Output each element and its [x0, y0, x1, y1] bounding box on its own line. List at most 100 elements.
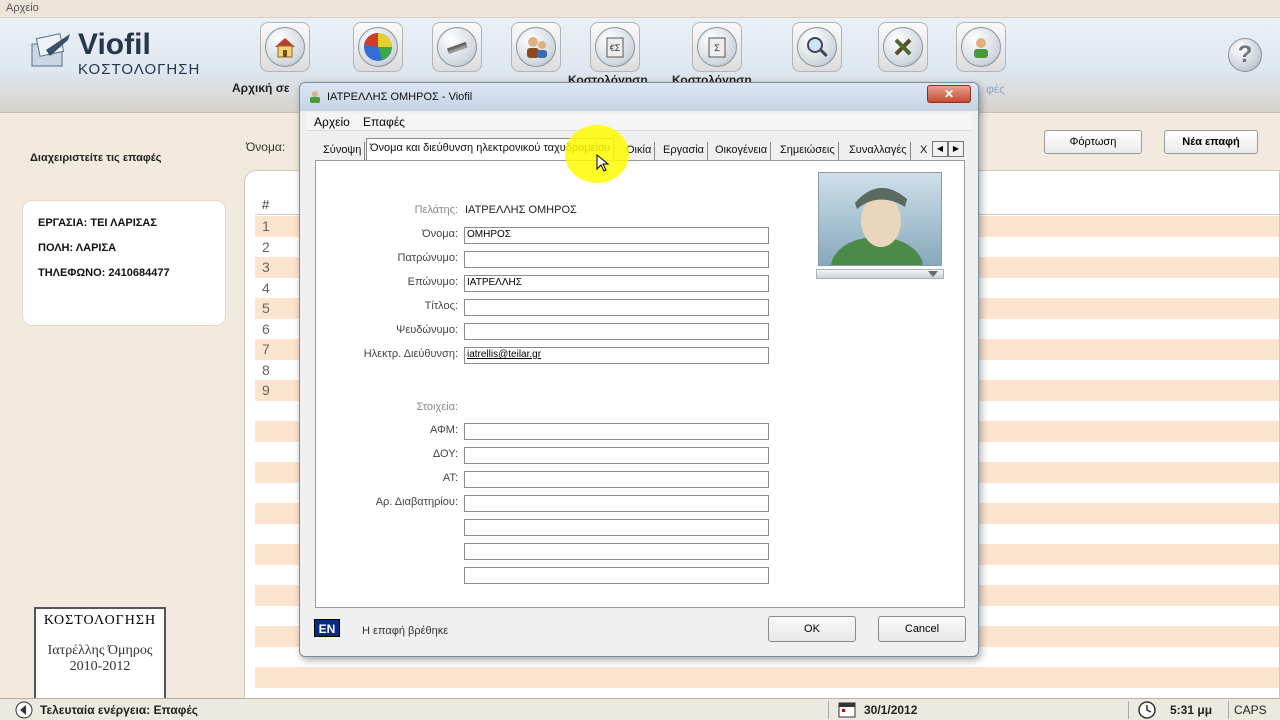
chart-icon [358, 27, 398, 67]
toolbar-home-button[interactable] [260, 22, 310, 72]
list-row[interactable] [255, 667, 1279, 688]
toolbar-tools-button[interactable] [432, 22, 482, 72]
calc2-icon: Σ [697, 27, 737, 67]
toolbar-chart-button[interactable] [353, 22, 403, 72]
mouse-cursor-icon [596, 154, 610, 172]
toolbar-costing-button[interactable]: €Σ [590, 22, 640, 72]
tab-notes[interactable]: Σημειώσεις [777, 142, 839, 160]
toolbar-search-button[interactable] [792, 22, 842, 72]
info-work: ΕΡΓΑΣΙΑ: ΤΕΙ ΛΑΡΙΣΑΣ [38, 217, 157, 229]
at-label: ΑΤ: [442, 472, 458, 484]
dialog-title: ΙΑΤΡΕΛΛΗΣ ΟΜΗΡΟΣ - Viofil [327, 91, 473, 103]
patronymic-field[interactable] [464, 251, 769, 268]
surname-label: Επώνυμο: [407, 276, 458, 288]
help-icon[interactable]: ? [1228, 38, 1262, 72]
ok-button[interactable]: OK [768, 616, 856, 642]
extra-field-3[interactable] [464, 567, 769, 584]
language-indicator: EN [314, 619, 340, 637]
status-last-action: Τελευταία ενέργεια: Επαφές [40, 703, 199, 717]
row-index: 1 [262, 218, 270, 234]
doy-field[interactable] [464, 447, 769, 464]
name-field[interactable]: ΟΜΗΡΟΣ [464, 227, 769, 244]
status-date: 30/1/2012 [864, 703, 918, 717]
row-index: 7 [262, 341, 270, 357]
status-separator [1128, 701, 1129, 719]
afm-field[interactable] [464, 423, 769, 440]
status-separator [828, 701, 829, 719]
row-index: 3 [262, 259, 270, 275]
back-icon[interactable] [14, 701, 34, 719]
chevron-down-icon [928, 271, 938, 277]
load-button[interactable]: Φόρτωση [1044, 130, 1142, 154]
name-email-panel: Πελάτης: ΙΑΤΡΕΛΛΗΣ ΟΜΗΡΟΣ Όνομα: ΟΜΗΡΟΣ … [315, 160, 965, 608]
home-icon [265, 27, 305, 67]
email-label: Ηλεκτρ. Διεύθυνση: [363, 348, 458, 360]
cancel-button[interactable]: Cancel [878, 616, 966, 642]
tab-summary[interactable]: Σύνοψη [320, 142, 366, 160]
info-city: ΠΟΛΗ: ΛΑΡΙΣΑ [38, 242, 117, 254]
toolbar-user-button[interactable] [956, 22, 1006, 72]
search-name-label: Όνομα: [246, 140, 286, 154]
afm-label: ΑΦΜ: [429, 424, 458, 436]
avatar-icon [831, 187, 923, 265]
tab-family[interactable]: Οικογένεια [712, 142, 772, 160]
logo-icon [31, 33, 70, 67]
calendar-icon [838, 702, 856, 718]
row-index: 9 [262, 382, 270, 398]
contacts-icon [516, 27, 556, 67]
nickname-field[interactable] [464, 323, 769, 340]
dialog-tabs: Σύνοψη Όνομα και διεύθυνση ηλεκτρονικού … [316, 138, 964, 160]
dialog-menubar: Αρχείο Επαφές [306, 113, 972, 131]
dialog-menu-file[interactable]: Αρχείο [314, 115, 350, 129]
row-index: 2 [262, 238, 270, 255]
tab-more[interactable]: Χ [917, 142, 930, 160]
dialog-status-text: Η επαφή βρέθηκε [362, 625, 449, 637]
tools-icon [437, 27, 477, 67]
at-field[interactable] [464, 471, 769, 488]
email-field[interactable]: iatrellis@teilar.gr [464, 347, 769, 364]
toolbar-costing2-button[interactable]: Σ [692, 22, 742, 72]
contact-icon [310, 91, 320, 103]
tab-scroll-right-button[interactable]: ▶ [948, 141, 964, 157]
search-icon [797, 27, 837, 67]
info-phone: ΤΗΛΕΦΩΝΟ: 2410684477 [38, 267, 170, 279]
tab-scroll-left-button[interactable]: ◀ [932, 141, 948, 157]
svg-text:Σ: Σ [714, 43, 720, 53]
extra-field-2[interactable] [464, 543, 769, 560]
svg-text:€Σ: €Σ [610, 43, 621, 53]
contact-photo[interactable] [818, 172, 942, 266]
toolbar-contacts-button[interactable] [511, 22, 561, 72]
stamp-title: ΚΟΣΤΟΛΟΓΗΣΗ [43, 613, 157, 628]
passport-label: Αρ. Διαβατηρίου: [375, 496, 458, 508]
doy-label: ΔΟΥ: [432, 448, 458, 460]
passport-field[interactable] [464, 495, 769, 512]
tab-work[interactable]: Εργασία [660, 142, 709, 160]
status-caps: CAPS [1234, 703, 1267, 717]
app-title: Viofil [78, 28, 151, 61]
left-panel-title: Διαχειριστείτε τις επαφές [30, 152, 162, 164]
dialog-menu-contacts[interactable]: Επαφές [363, 115, 405, 129]
app-logo: Viofil ΚΟΣΤΟΛΟΓΗΣΗ [28, 28, 218, 80]
client-value: ΙΑΤΡΕΛΛΗΣ ΟΜΗΡΟΣ [465, 204, 577, 216]
surname-field[interactable]: ΙΑΤΡΕΛΛΗΣ [464, 275, 769, 292]
user-icon [961, 27, 1001, 67]
app-menubar: Αρχείο [0, 0, 1280, 18]
menu-file[interactable]: Αρχείο [6, 2, 39, 14]
photo-options-bar[interactable] [816, 269, 944, 279]
settings-icon [883, 27, 923, 67]
clock-icon [1138, 701, 1156, 719]
extra-field-1[interactable] [464, 519, 769, 536]
row-index: 5 [262, 300, 270, 316]
title-label: Τίτλος: [424, 300, 458, 312]
row-index: 8 [262, 361, 270, 378]
dialog-titlebar[interactable]: ΙΑΤΡΕΛΛΗΣ ΟΜΗΡΟΣ - Viofil ✕ [300, 83, 978, 111]
tab-transactions[interactable]: Συναλλαγές [846, 142, 911, 160]
new-contact-button[interactable]: Νέα επαφή [1164, 130, 1258, 154]
title-field[interactable] [464, 299, 769, 316]
dialog-close-button[interactable]: ✕ [927, 85, 971, 103]
stamp-years: 2010-2012 [69, 659, 131, 674]
stamp-author: Ιατρέλλης Όμηρος [47, 643, 153, 658]
toolbar-settings-button[interactable] [878, 22, 928, 72]
app-subtitle: ΚΟΣΤΟΛΟΓΗΣΗ [78, 61, 201, 78]
patronymic-label: Πατρώνυμο: [397, 252, 458, 264]
